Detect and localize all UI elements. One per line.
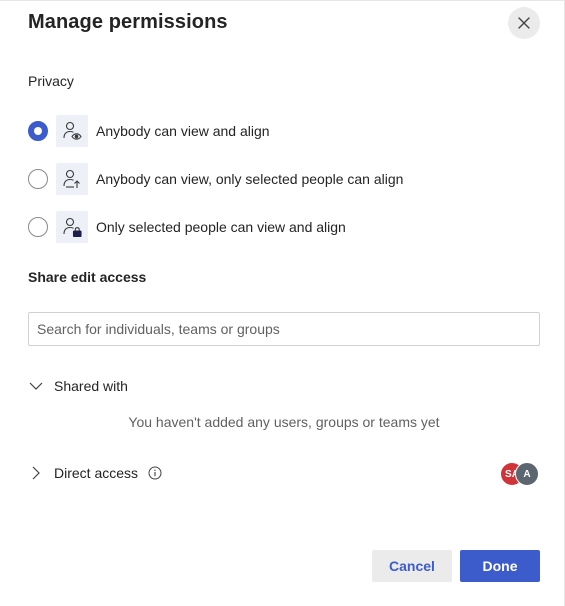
shared-with-toggle[interactable]: Shared with (28, 378, 128, 394)
person-eye-icon (56, 115, 88, 147)
privacy-heading: Privacy (28, 73, 74, 89)
person-arrow-icon (56, 163, 88, 195)
shared-with-label: Shared with (54, 378, 128, 394)
person-lock-icon (56, 211, 88, 243)
done-button[interactable]: Done (460, 550, 540, 582)
radio-button[interactable] (28, 169, 48, 189)
radio-button-selected[interactable] (28, 121, 48, 141)
manage-permissions-dialog: Manage permissions Privacy Anybody can v… (0, 0, 565, 606)
radio-button[interactable] (28, 217, 48, 237)
info-icon[interactable] (148, 466, 162, 480)
share-edit-access-heading: Share edit access (28, 269, 147, 285)
avatar[interactable]: A (515, 462, 539, 486)
privacy-option-view-align[interactable]: Anybody can view and align (28, 115, 270, 147)
privacy-option-view-selected-align[interactable]: Anybody can view, only selected people c… (28, 163, 403, 195)
privacy-option-selected-only[interactable]: Only selected people can view and align (28, 211, 346, 243)
cancel-button[interactable]: Cancel (372, 550, 452, 582)
close-icon (518, 17, 530, 29)
direct-access-label: Direct access (54, 465, 139, 481)
privacy-option-label: Anybody can view and align (96, 123, 270, 139)
direct-access-toggle[interactable]: Direct access (28, 465, 162, 481)
shared-with-empty-message: You haven't added any users, groups or t… (128, 414, 440, 430)
search-input[interactable] (28, 312, 540, 346)
dialog-title: Manage permissions (28, 11, 228, 33)
close-button[interactable] (508, 7, 540, 39)
privacy-option-label: Anybody can view, only selected people c… (96, 171, 404, 187)
chevron-right-icon (32, 466, 40, 480)
chevron-down-icon (29, 382, 43, 390)
privacy-option-label: Only selected people can view and align (96, 219, 346, 235)
